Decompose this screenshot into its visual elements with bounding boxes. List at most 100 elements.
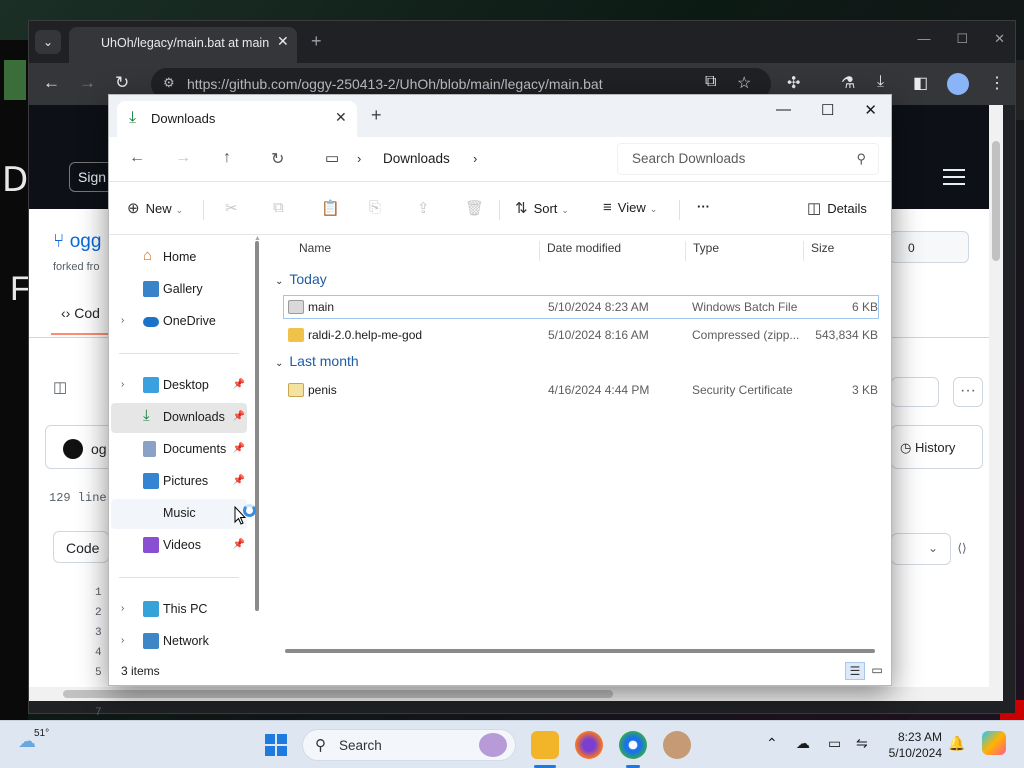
site-info-icon[interactable]: ⚙ [163, 75, 175, 91]
sort-button[interactable]: ⇅ Sort ⌄ [515, 199, 569, 217]
display-tray-icon[interactable]: ▭ [828, 735, 841, 752]
back-icon[interactable]: ← [43, 73, 60, 93]
share-button[interactable]: ⇪ [417, 199, 436, 217]
forward-icon[interactable]: → [175, 149, 191, 167]
nav-item-this-pc[interactable]: › This PC [111, 595, 247, 625]
column-header-type[interactable]: Type [693, 241, 719, 255]
minimize-icon[interactable]: — [776, 101, 791, 119]
firefox-app-icon[interactable] [575, 731, 603, 759]
column-header-name[interactable]: Name [299, 241, 331, 255]
explorer-tab[interactable]: ⤓ Downloads ✕ [117, 101, 357, 137]
chevron-right-icon[interactable]: › [121, 379, 124, 390]
group-header[interactable]: ⌄ Last month [275, 353, 359, 369]
reload-icon[interactable]: ↻ [115, 73, 129, 93]
see-more-button[interactable]: ··· [697, 199, 710, 214]
group-header[interactable]: ⌄ Today [275, 271, 327, 287]
chevron-right-icon[interactable]: › [121, 315, 124, 326]
repo-name-link[interactable]: ⑂ ogg [53, 231, 101, 253]
page-vertical-scrollbar[interactable] [989, 105, 1003, 687]
copilot-icon[interactable] [982, 731, 1006, 755]
new-tab-icon[interactable]: + [311, 31, 322, 52]
maximize-icon[interactable]: ☐ [821, 101, 834, 119]
breadcrumb-item[interactable]: Downloads [383, 151, 450, 166]
search-input[interactable] [632, 151, 852, 166]
new-tab-icon[interactable]: + [371, 105, 382, 126]
hamburger-menu-icon[interactable] [943, 169, 965, 185]
bookmark-star-icon[interactable]: ☆ [737, 73, 751, 93]
more-options-icon[interactable]: ··· [953, 377, 983, 407]
navigation-scrollbar[interactable] [255, 241, 259, 611]
extensions-icon[interactable]: ✣ [787, 73, 800, 93]
nav-item-desktop[interactable]: › Desktop 📌 [111, 371, 247, 401]
rename-button[interactable]: ⎘ [369, 199, 387, 216]
nav-item-documents[interactable]: Documents 📌 [111, 435, 247, 465]
go-to-file-field[interactable] [891, 377, 939, 407]
tab-search-button[interactable]: ⌄ [35, 30, 61, 54]
nav-item-videos[interactable]: Videos 📌 [111, 531, 247, 561]
downloads-icon[interactable]: ⤓ [877, 73, 884, 91]
profile-avatar[interactable] [947, 73, 969, 95]
symbols-panel-icon[interactable]: ⟨⟩ [947, 533, 977, 565]
close-window-icon[interactable]: ✕ [864, 101, 877, 119]
chrome-app-icon[interactable] [619, 731, 647, 759]
new-button[interactable]: ⊕ New ⌄ [127, 199, 183, 217]
labs-icon[interactable]: ⚗ [841, 73, 855, 93]
file-row[interactable]: main 5/10/2024 8:23 AM Windows Batch Fil… [283, 295, 879, 319]
tiles-view-icon[interactable]: ▭ [867, 662, 887, 680]
menu-icon[interactable]: ⋮ [989, 73, 1005, 93]
column-header-size[interactable]: Size [811, 241, 834, 255]
file-row[interactable]: penis 4/16/2024 4:44 PM Security Certifi… [283, 378, 879, 402]
star-button[interactable]: 0 [889, 231, 969, 263]
history-button[interactable]: ◷ History [891, 425, 983, 469]
chevron-right-icon[interactable]: › [121, 603, 124, 614]
minimize-icon[interactable]: — [917, 31, 930, 47]
scroll-thumb[interactable] [63, 690, 613, 698]
nav-item-network[interactable]: › Network [111, 627, 247, 657]
chevron-up-icon[interactable]: ⌃ [766, 735, 778, 752]
breadcrumb[interactable]: ▭ › Downloads › [313, 143, 607, 175]
onedrive-tray-icon[interactable]: ☁ [796, 735, 810, 752]
back-icon[interactable]: ← [129, 149, 145, 167]
windows-start-icon[interactable] [265, 734, 287, 756]
chevron-right-icon[interactable]: › [473, 151, 477, 166]
details-view-icon[interactable]: ☰ [845, 662, 865, 680]
nav-item-pictures[interactable]: Pictures 📌 [111, 467, 247, 497]
tab-code[interactable]: ‹› Cod [61, 305, 100, 321]
view-button[interactable]: ≡ View ⌄ [603, 199, 657, 216]
owner-name[interactable]: og [91, 441, 107, 457]
notification-bell-icon[interactable]: 🔔 [948, 735, 965, 752]
close-tab-icon[interactable]: ✕ [335, 109, 347, 126]
column-header-date[interactable]: Date modified [547, 241, 621, 255]
avatar[interactable] [63, 439, 83, 459]
search-box[interactable]: ⚲ [617, 143, 879, 175]
edit-dropdown-icon[interactable]: ⌄ [891, 533, 951, 565]
scroll-thumb[interactable] [992, 141, 1000, 261]
nav-item-downloads[interactable]: ⤓ Downloads 📌 [111, 403, 247, 433]
file-tree-toggle-icon[interactable]: ◫ [53, 378, 83, 408]
game-app-icon[interactable] [663, 731, 691, 759]
cut-button[interactable]: ✂ [225, 199, 244, 217]
clock[interactable]: 8:23 AM 5/10/2024 [880, 729, 942, 761]
forward-icon[interactable]: → [79, 73, 96, 93]
nav-item-music[interactable]: Music [111, 499, 247, 529]
file-list-horizontal-scrollbar[interactable] [285, 649, 875, 653]
details-button[interactable]: ◫ Details [807, 199, 867, 217]
maximize-icon[interactable]: ☐ [956, 31, 968, 47]
weather-temperature[interactable]: 51° [34, 728, 49, 739]
file-explorer-app-icon[interactable] [531, 731, 559, 759]
close-window-icon[interactable]: ✕ [994, 31, 1005, 47]
up-icon[interactable]: ↑ [223, 149, 231, 167]
close-tab-icon[interactable]: ✕ [277, 33, 289, 50]
chevron-right-icon[interactable]: › [357, 151, 361, 166]
paste-button[interactable]: 📋 [321, 199, 346, 217]
chevron-right-icon[interactable]: › [121, 635, 124, 646]
side-panel-icon[interactable]: ◧ [913, 73, 928, 93]
network-tray-icon[interactable]: ⇋ [856, 735, 868, 752]
file-row[interactable]: raldi-2.0.help-me-god 5/10/2024 8:16 AM … [283, 323, 879, 347]
browser-tab[interactable]: UhOh/legacy/main.bat at main [69, 27, 297, 63]
nav-item-gallery[interactable]: Gallery [111, 275, 247, 305]
sign-in-button[interactable]: Sign [69, 162, 113, 192]
install-app-icon[interactable]: ⧉ [705, 73, 716, 91]
code-view-button[interactable]: Code [53, 531, 109, 563]
delete-button[interactable]: 🗑 [465, 199, 490, 217]
